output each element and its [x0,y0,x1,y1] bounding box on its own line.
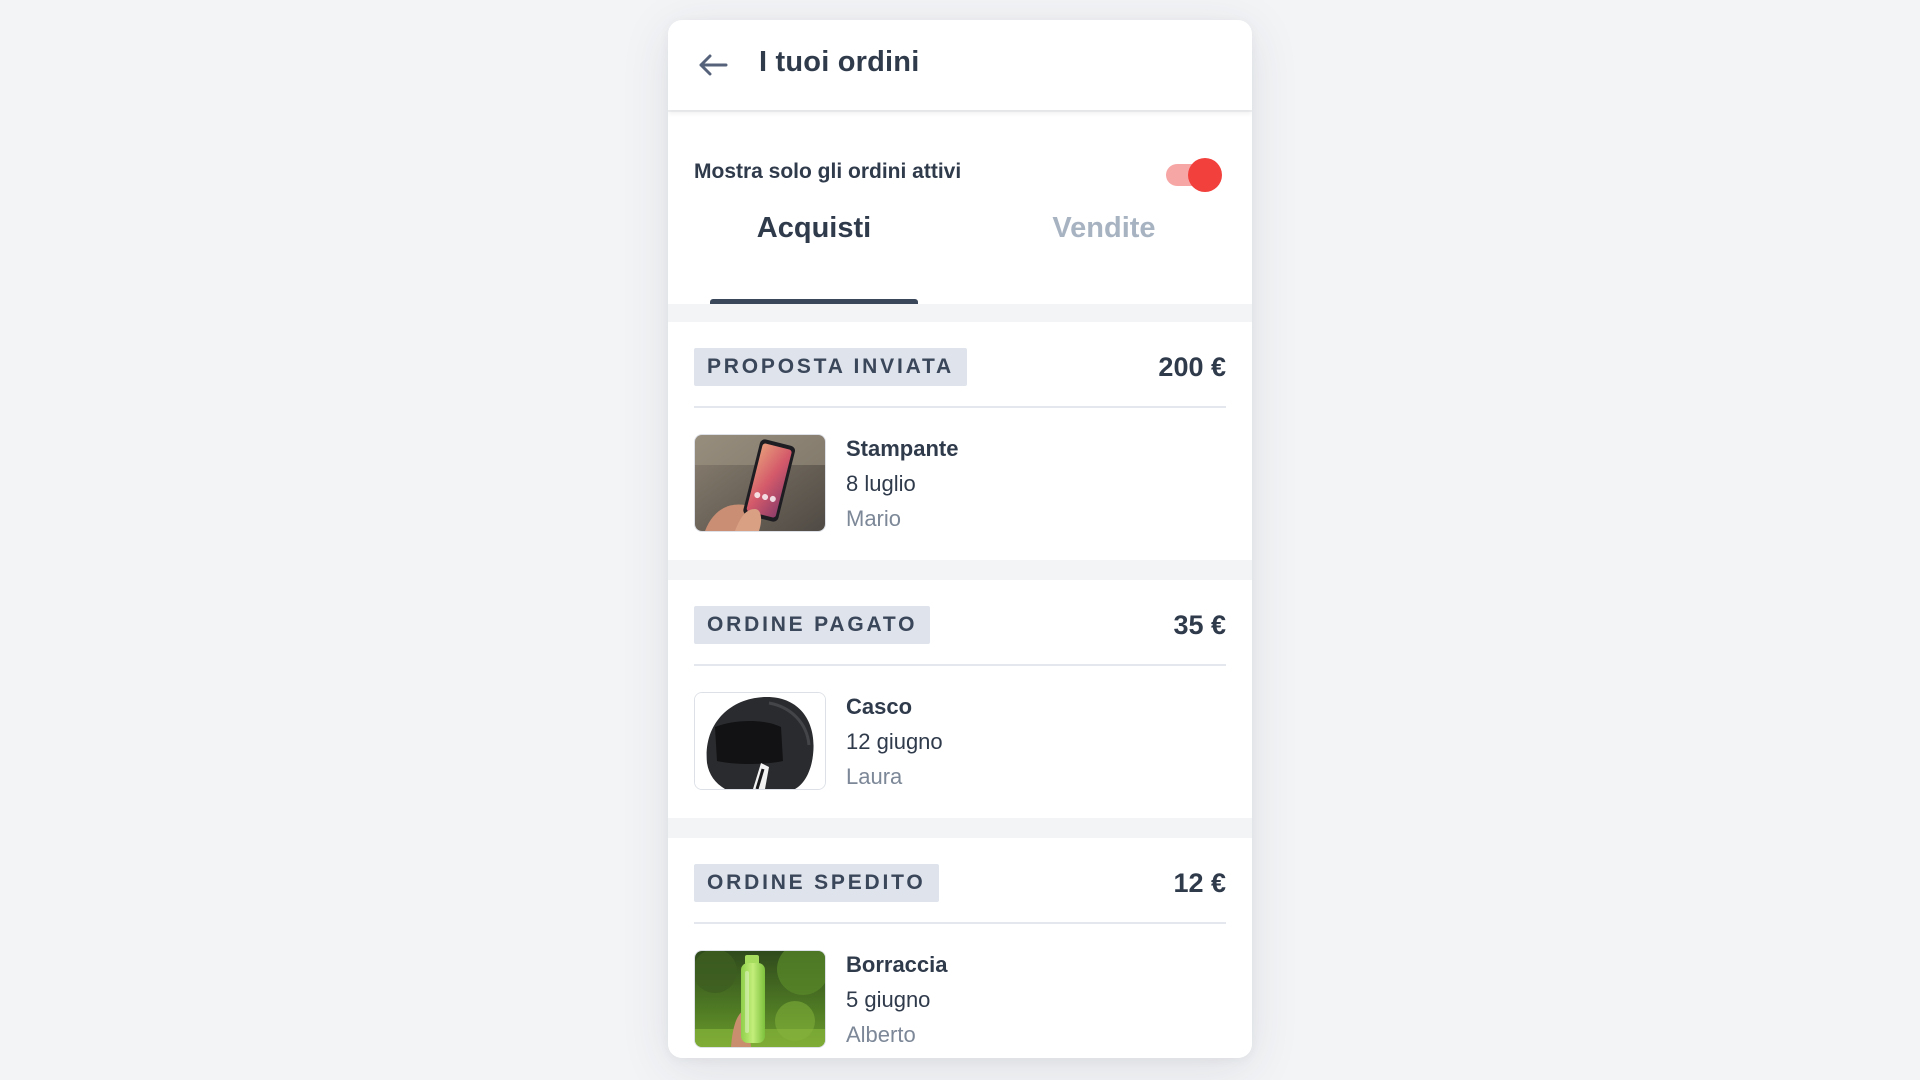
product-image[interactable] [694,692,826,790]
order-price: 200 € [1158,352,1226,382]
order-date: 5 giugno [846,987,931,1012]
order-price: 35 € [1173,610,1226,640]
order-card[interactable]: ORDINE PAGATO 35 € Casco 12 giugno Laura [668,580,1252,818]
order-price: 12 € [1173,868,1226,898]
status-badge: ORDINE PAGATO [694,606,931,644]
tab-vendite[interactable]: Vendite [1000,212,1208,252]
seller-name: Alberto [846,1022,916,1047]
card-divider [694,664,1226,666]
orders-screen: I tuoi ordini Mostra solo gli ordini att… [668,20,1252,1058]
filter-and-tabs: Mostra solo gli ordini attivi Acquisti V… [668,112,1252,304]
tab-acquisti[interactable]: Acquisti [710,212,918,252]
product-name: Borraccia [846,952,948,977]
card-divider [694,406,1226,408]
order-card[interactable]: PROPOSTA INVIATA 200 € Stampante 8 lugli… [668,322,1252,560]
product-name: Stampante [846,436,959,461]
seller-name: Laura [846,764,903,789]
product-image[interactable] [694,950,826,1048]
active-orders-toggle-label: Mostra solo gli ordini attivi [694,160,962,183]
status-badge: PROPOSTA INVIATA [694,348,968,386]
product-name: Casco [846,694,913,719]
black-helmet-photo [695,693,825,789]
order-date: 12 giugno [846,729,943,754]
back-button[interactable] [696,48,730,82]
smartphone-in-hand-photo [695,435,825,531]
status-badge: ORDINE SPEDITO [694,864,939,902]
app-header: I tuoi ordini [668,20,1252,110]
order-card[interactable]: ORDINE SPEDITO 12 € Borraccia 5 giugno A… [668,838,1252,1058]
active-tab-indicator [710,299,918,304]
product-image[interactable] [694,434,826,532]
active-orders-toggle[interactable] [1164,156,1224,194]
seller-name: Mario [846,506,902,531]
card-divider [694,922,1226,924]
order-date: 8 luglio [846,471,916,496]
arrow-left-icon [699,54,728,76]
toggle-knob [1188,158,1222,192]
page-title: I tuoi ordini [759,46,920,78]
green-bottle-photo [695,951,825,1047]
